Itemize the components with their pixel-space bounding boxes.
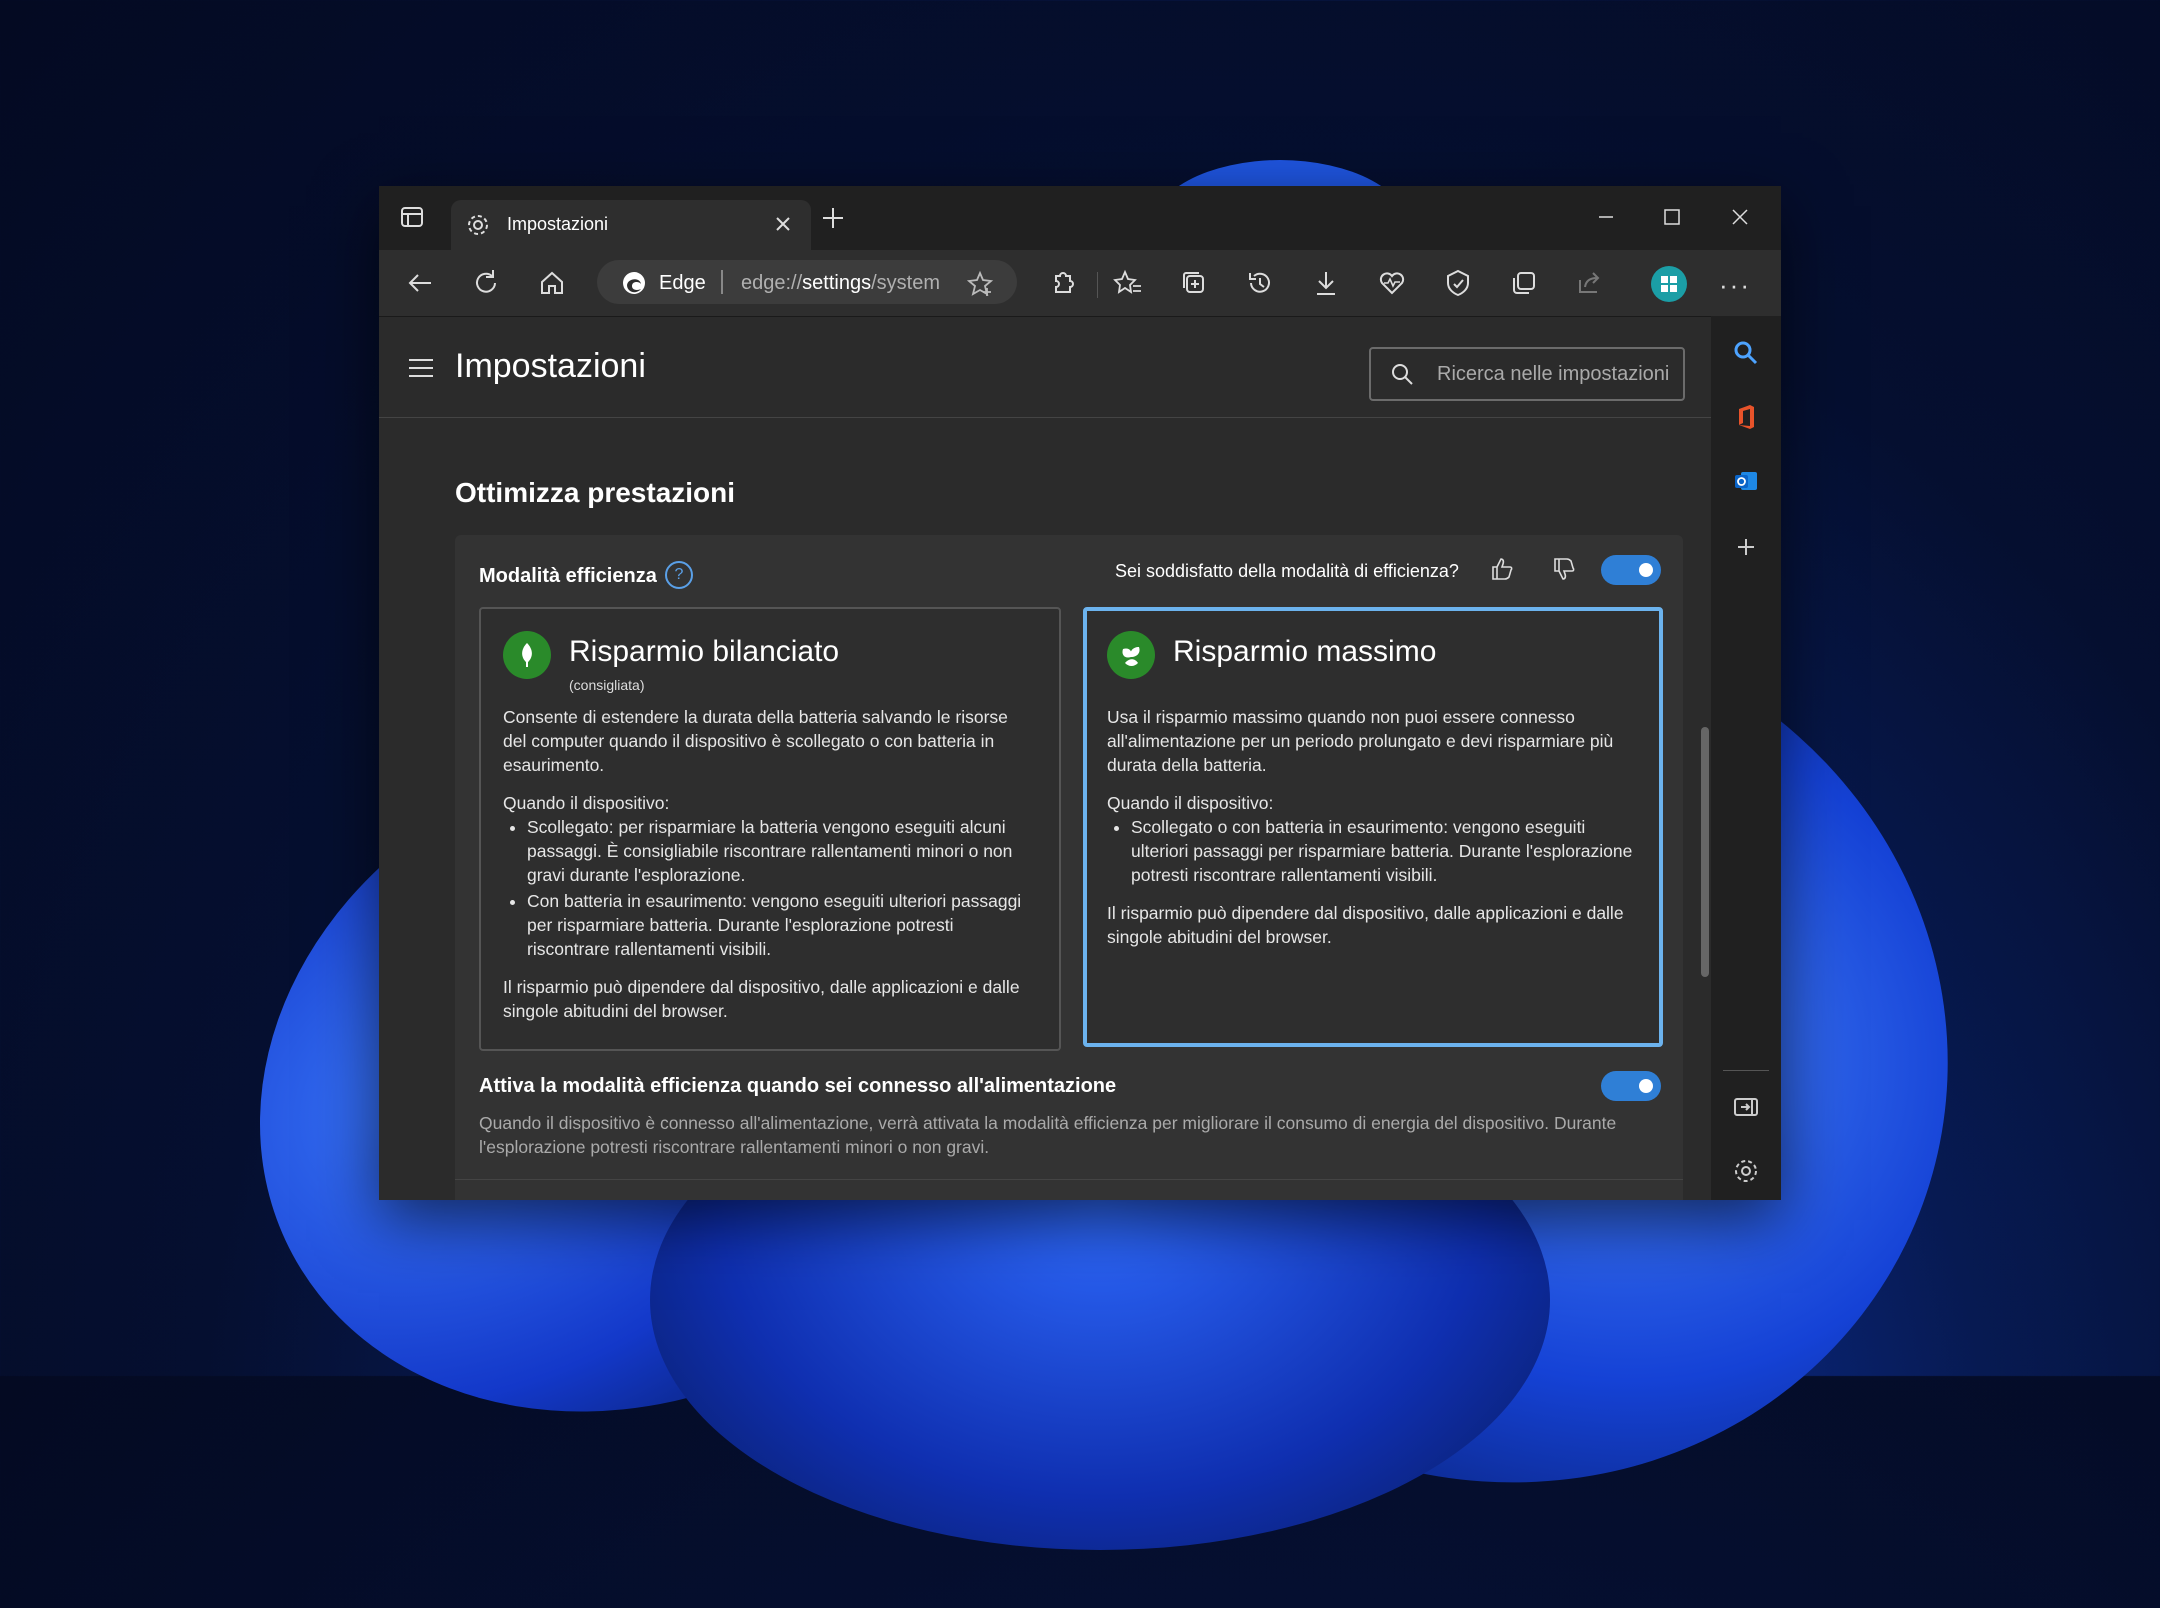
maximize-button[interactable] — [1657, 202, 1687, 232]
url-suffix: /system — [871, 272, 941, 294]
plugged-in-toggle[interactable] — [1601, 1071, 1661, 1101]
thumbs-up-icon[interactable] — [1489, 555, 1517, 588]
tab-title: Impostazioni — [507, 214, 609, 234]
toggle-knob — [1639, 563, 1653, 577]
thumbs-down-icon[interactable] — [1551, 555, 1579, 588]
outlook-icon[interactable] — [1731, 466, 1761, 496]
home-button[interactable] — [535, 266, 569, 300]
option-description: Consente di estendere la durata della ba… — [503, 705, 1033, 1037]
url-text: edge://settings/system — [741, 272, 940, 295]
option-note: Il risparmio può dipendere dal dispositi… — [1107, 903, 1624, 947]
menu-icon[interactable] — [407, 357, 435, 384]
option-subtitle: (consigliata) — [569, 677, 645, 693]
address-divider — [721, 270, 723, 294]
efficiency-mode-toggle[interactable] — [1601, 555, 1661, 585]
divider — [455, 1179, 1683, 1180]
edge-sidebar — [1711, 316, 1781, 1200]
minimize-button[interactable] — [1591, 202, 1621, 232]
add-icon[interactable] — [1731, 532, 1761, 562]
close-window-button[interactable] — [1725, 202, 1755, 232]
search-icon — [1389, 361, 1415, 392]
url-prefix: edge:// — [741, 272, 803, 294]
leaf-icon — [503, 631, 551, 679]
office-icon[interactable] — [1731, 402, 1761, 432]
balanced-savings-option[interactable]: Risparmio bilanciato (consigliata) Conse… — [479, 607, 1061, 1051]
option-when-label: Quando il dispositivo: — [1107, 793, 1274, 813]
leaves-icon — [1107, 631, 1155, 679]
list-item: Con batteria in esaurimento: vengono ese… — [527, 889, 1033, 961]
performance-icon[interactable] — [1377, 268, 1407, 298]
toolbar-divider — [1097, 272, 1098, 298]
hide-sidebar-icon[interactable] — [1731, 1092, 1761, 1122]
search-placeholder: Ricerca nelle impostazioni — [1437, 363, 1670, 385]
toolbar: Edge edge://settings/system ··· — [379, 250, 1781, 316]
option-description-text: Usa il risparmio massimo quando non puoi… — [1107, 707, 1614, 775]
downloads-icon[interactable] — [1311, 268, 1341, 298]
site-identity-label: Edge — [659, 272, 706, 294]
toggle-knob — [1639, 1079, 1653, 1093]
split-screen-icon[interactable] — [1509, 268, 1539, 298]
option-when-label: Quando il dispositivo: — [503, 793, 670, 813]
avatar[interactable] — [1651, 266, 1687, 302]
close-tab-icon[interactable] — [771, 212, 795, 241]
history-icon[interactable] — [1245, 268, 1275, 298]
section-title: Ottimizza prestazioni — [455, 477, 736, 508]
page-title: Impostazioni — [455, 347, 646, 385]
more-options-icon[interactable]: ··· — [1719, 270, 1751, 301]
url-main: settings — [802, 272, 872, 294]
collections-icon[interactable] — [1179, 268, 1209, 298]
plugged-in-setting-title: Attiva la modalità efficienza quando sei… — [479, 1075, 1117, 1097]
efficiency-card: Modalità efficienza ? Sei soddisfatto de… — [455, 535, 1683, 1200]
help-icon[interactable]: ? — [665, 561, 693, 589]
settings-content: Impostazioni Ricerca nelle impostazioni … — [379, 316, 1711, 1200]
edge-logo-icon — [621, 270, 647, 301]
option-bullets: Scollegato o con batteria in esaurimento… — [1107, 815, 1637, 887]
tab-actions-icon[interactable] — [399, 204, 429, 234]
extensions-icon[interactable] — [1047, 268, 1077, 298]
address-bar[interactable]: Edge edge://settings/system — [597, 260, 1017, 304]
option-bullets: Scollegato: per risparmiare la batteria … — [503, 815, 1033, 961]
option-description-text: Consente di estendere la durata della ba… — [503, 707, 1008, 775]
back-button[interactable] — [403, 266, 437, 300]
gear-icon — [465, 212, 491, 243]
settings-header: Impostazioni Ricerca nelle impostazioni — [379, 317, 1711, 418]
browser-essentials-icon[interactable] — [1443, 268, 1473, 298]
browser-window: Impostazioni Edge edge://settings/system… — [379, 186, 1781, 1200]
title-bar: Impostazioni — [379, 186, 1781, 250]
option-description: Usa il risparmio massimo quando non puoi… — [1107, 705, 1637, 963]
settings-search-input[interactable]: Ricerca nelle impostazioni — [1369, 347, 1685, 401]
list-item: Scollegato o con batteria in esaurimento… — [1131, 815, 1637, 887]
efficiency-mode-label: Modalità efficienza — [479, 565, 657, 587]
share-icon[interactable] — [1575, 268, 1605, 298]
sidebar-divider — [1723, 1070, 1769, 1071]
new-tab-button[interactable] — [819, 204, 847, 237]
feedback-question: Sei soddisfatto della modalità di effici… — [1115, 561, 1459, 581]
option-title: Risparmio bilanciato — [569, 635, 840, 668]
option-note: Il risparmio può dipendere dal dispositi… — [503, 977, 1020, 1021]
list-item: Scollegato: per risparmiare la batteria … — [527, 815, 1033, 887]
tab-settings[interactable]: Impostazioni — [451, 200, 811, 250]
refresh-button[interactable] — [469, 266, 503, 300]
scrollbar[interactable] — [1701, 727, 1709, 977]
add-favorite-icon[interactable] — [966, 270, 995, 303]
search-icon[interactable] — [1731, 338, 1761, 368]
maximum-savings-option[interactable]: Risparmio massimo Usa il risparmio massi… — [1083, 607, 1663, 1047]
sidebar-settings-icon[interactable] — [1731, 1156, 1761, 1186]
favorites-icon[interactable] — [1113, 268, 1143, 298]
plugged-in-setting-description: Quando il dispositivo è connesso all'ali… — [479, 1113, 1617, 1157]
option-title: Risparmio massimo — [1173, 635, 1437, 668]
